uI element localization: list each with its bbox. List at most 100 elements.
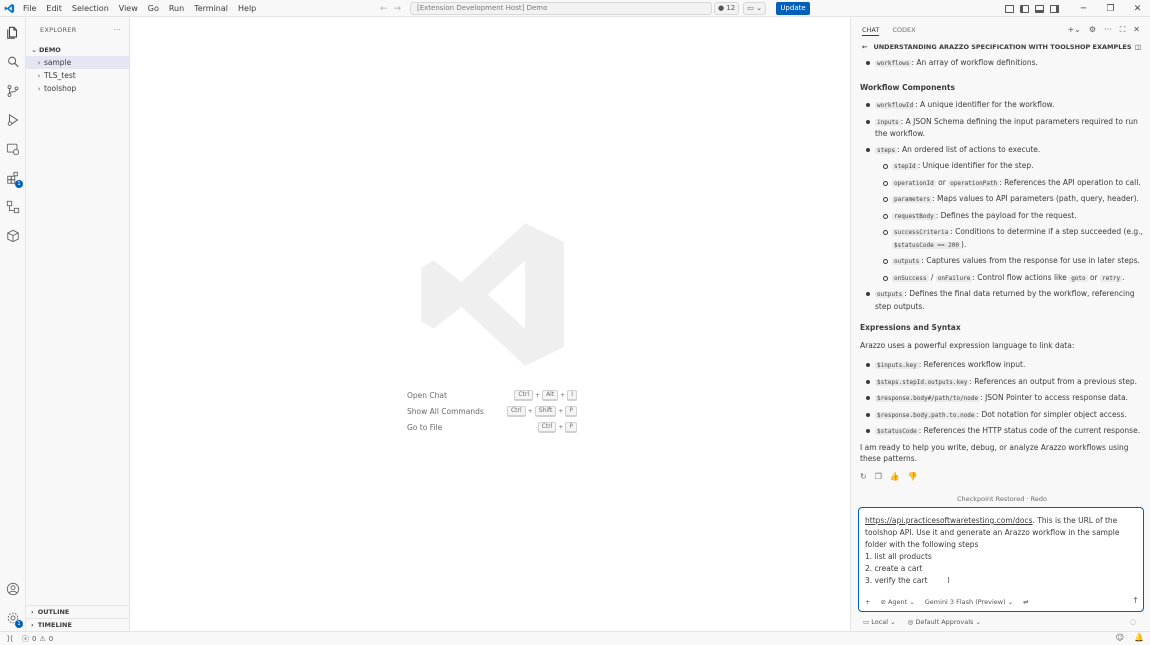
restore-icon[interactable]: ❐	[1097, 4, 1124, 14]
warning-icon: ⚠	[39, 634, 46, 643]
key: Ctrl	[514, 389, 534, 401]
remote-indicator-icon[interactable]: ⟩⟨	[0, 634, 20, 643]
tree-item-tls-test[interactable]: › TLS_test	[26, 69, 129, 82]
menu-terminal[interactable]: Terminal	[189, 0, 233, 17]
tree-item-label: TLS_test	[44, 71, 76, 80]
status-bar: ⟩⟨ ⓧ 0 ⚠ 0 ☺ 🔔	[0, 631, 1150, 645]
customize-layout-icon[interactable]	[1005, 4, 1014, 13]
menu-run[interactable]: Run	[164, 0, 189, 17]
workflow-icon[interactable]	[5, 199, 21, 215]
tree-item-toolshop[interactable]: › toolshop	[26, 82, 129, 95]
tree-item-label: sample	[44, 58, 72, 67]
copilot-icon[interactable]: ☺	[1116, 633, 1124, 642]
thumbs-down-icon[interactable]: 👎	[908, 471, 918, 483]
sidebar-toggle-icon[interactable]: ◫	[1135, 43, 1141, 51]
minimize-icon[interactable]: ─	[1070, 4, 1097, 14]
close-icon[interactable]: ✕	[1124, 4, 1150, 14]
key: Ctrl	[506, 405, 526, 417]
outline-section[interactable]: › OUTLINE	[26, 605, 130, 618]
tab-chat[interactable]: CHAT	[862, 25, 880, 36]
toggle-secondary-sidebar-icon[interactable]	[1050, 4, 1059, 13]
toggle-panel-icon[interactable]	[1035, 4, 1044, 13]
chevron-down-icon: ⌄	[1007, 598, 1014, 606]
menu-edit[interactable]: Edit	[41, 0, 67, 17]
list-text: : An array of workflow definitions.	[911, 58, 1038, 67]
tree-item-sample[interactable]: › sample	[26, 56, 129, 69]
input-line: 3. verify the cart	[865, 576, 928, 585]
more-actions-icon[interactable]: ···	[114, 26, 121, 34]
add-context-icon[interactable]: +	[865, 598, 870, 606]
retry-icon[interactable]: ↻	[860, 471, 867, 483]
chat-toggle[interactable]: ▭ ⌄	[743, 2, 766, 15]
tools-icon[interactable]: ⇌	[1023, 598, 1028, 606]
manage-gear-icon[interactable]: 1	[5, 610, 23, 628]
docs-link[interactable]: https://api.practicesoftwaretesting.com/…	[865, 516, 1033, 525]
new-chat-icon[interactable]: +⌄	[1067, 25, 1080, 35]
shortcut-open-chat[interactable]: Open Chat Ctrl + Alt + I	[407, 387, 577, 403]
command-center[interactable]: [Extension Development Host] Demo	[410, 2, 712, 15]
search-icon[interactable]	[5, 54, 21, 70]
layout-controls	[1005, 0, 1059, 17]
list-item: $statusCode: References the HTTP status …	[864, 425, 1144, 438]
menu-selection[interactable]: Selection	[67, 0, 114, 17]
list-text: : Defines the final data returned by the…	[875, 289, 1135, 311]
more-icon[interactable]: ···	[1104, 25, 1112, 35]
extensions-icon[interactable]: 1	[5, 170, 23, 188]
account-icon[interactable]	[5, 581, 21, 597]
update-button[interactable]: Update	[776, 2, 810, 15]
list-text: : References the API operation to call.	[999, 177, 1141, 187]
redo-link[interactable]: Redo	[1031, 495, 1047, 503]
thumbs-up-icon[interactable]: 👍	[890, 471, 900, 483]
menu-file[interactable]: File	[18, 0, 41, 17]
timeline-section[interactable]: › TIMELINE	[26, 618, 130, 631]
problems-status[interactable]: ⓧ 0 ⚠ 0	[20, 634, 53, 644]
remote-explorer-icon[interactable]	[5, 141, 21, 157]
list-item: $response.body.path.to.node: Dot notatio…	[864, 409, 1144, 422]
agent-mode-picker[interactable]: ⊘ Agent ⌄	[880, 598, 914, 606]
chat-title: UNDERSTANDING ARAZZO SPECIFICATION WITH …	[873, 43, 1132, 51]
inline-code: onFailure	[935, 274, 973, 282]
tab-codex[interactable]: CODEX	[892, 26, 915, 34]
chevron-right-icon: ›	[37, 84, 41, 93]
inline-code: $statusCode	[875, 428, 919, 435]
checkpoint-label: Checkpoint Restored	[957, 495, 1025, 503]
vscode-logo-icon	[0, 0, 18, 17]
toggle-primary-sidebar-icon[interactable]	[1020, 4, 1029, 13]
source-control-icon[interactable]	[5, 83, 21, 99]
approvals-picker[interactable]: ◎ Default Approvals ⌄	[908, 618, 981, 626]
command-center-extras: ● 12 ▭ ⌄	[714, 2, 766, 15]
model-picker[interactable]: Gemini 3 Flash (Preview) ⌄	[925, 598, 1013, 606]
menu-help[interactable]: Help	[233, 0, 261, 17]
menu-go[interactable]: Go	[143, 0, 164, 17]
activity-bar: 1 1	[0, 17, 26, 631]
key: Alt	[542, 389, 559, 401]
agent-label: Agent	[887, 598, 908, 606]
local-picker[interactable]: ▭ Local ⌄	[863, 618, 896, 626]
chat-input-text[interactable]: https://api.practicesoftwaretesting.com/…	[865, 515, 1141, 587]
run-debug-icon[interactable]	[5, 112, 21, 128]
back-arrow-icon[interactable]: ←	[862, 43, 867, 51]
loading-spinner-icon: ◌	[1129, 618, 1136, 626]
back-arrow-icon[interactable]: ←	[380, 4, 388, 14]
shortcut-show-all-commands[interactable]: Show All Commands Ctrl + Shift + P	[407, 403, 577, 419]
send-arrow-icon[interactable]: ↑	[1132, 596, 1139, 605]
navigation-arrows: ← →	[380, 0, 401, 17]
close-icon[interactable]: ✕	[1133, 25, 1140, 35]
shortcut-go-to-file[interactable]: Go to File Ctrl + P	[407, 419, 577, 435]
list-item: workflowId: A unique identifier for the …	[864, 99, 1144, 112]
chat-input-box[interactable]: https://api.practicesoftwaretesting.com/…	[858, 507, 1144, 612]
problems-indicator[interactable]: ● 12	[714, 2, 740, 15]
maximize-icon[interactable]: ⛶	[1120, 25, 1126, 35]
package-icon[interactable]	[5, 228, 21, 244]
list-text: ).	[961, 239, 967, 249]
explorer-icon[interactable]	[5, 25, 21, 41]
menu-view[interactable]: View	[114, 0, 143, 17]
gear-icon[interactable]: ⚙	[1089, 25, 1096, 35]
chevron-down-icon: ⌄	[909, 598, 915, 606]
copy-icon[interactable]: ❐	[875, 471, 882, 483]
input-line: 2. create a cart	[865, 564, 923, 573]
workspace-root[interactable]: ⌄ DEMO	[26, 43, 129, 56]
shortcut-keys: Ctrl + Alt + I	[514, 389, 577, 401]
forward-arrow-icon[interactable]: →	[394, 4, 402, 14]
notifications-bell-icon[interactable]: 🔔	[1134, 633, 1144, 642]
